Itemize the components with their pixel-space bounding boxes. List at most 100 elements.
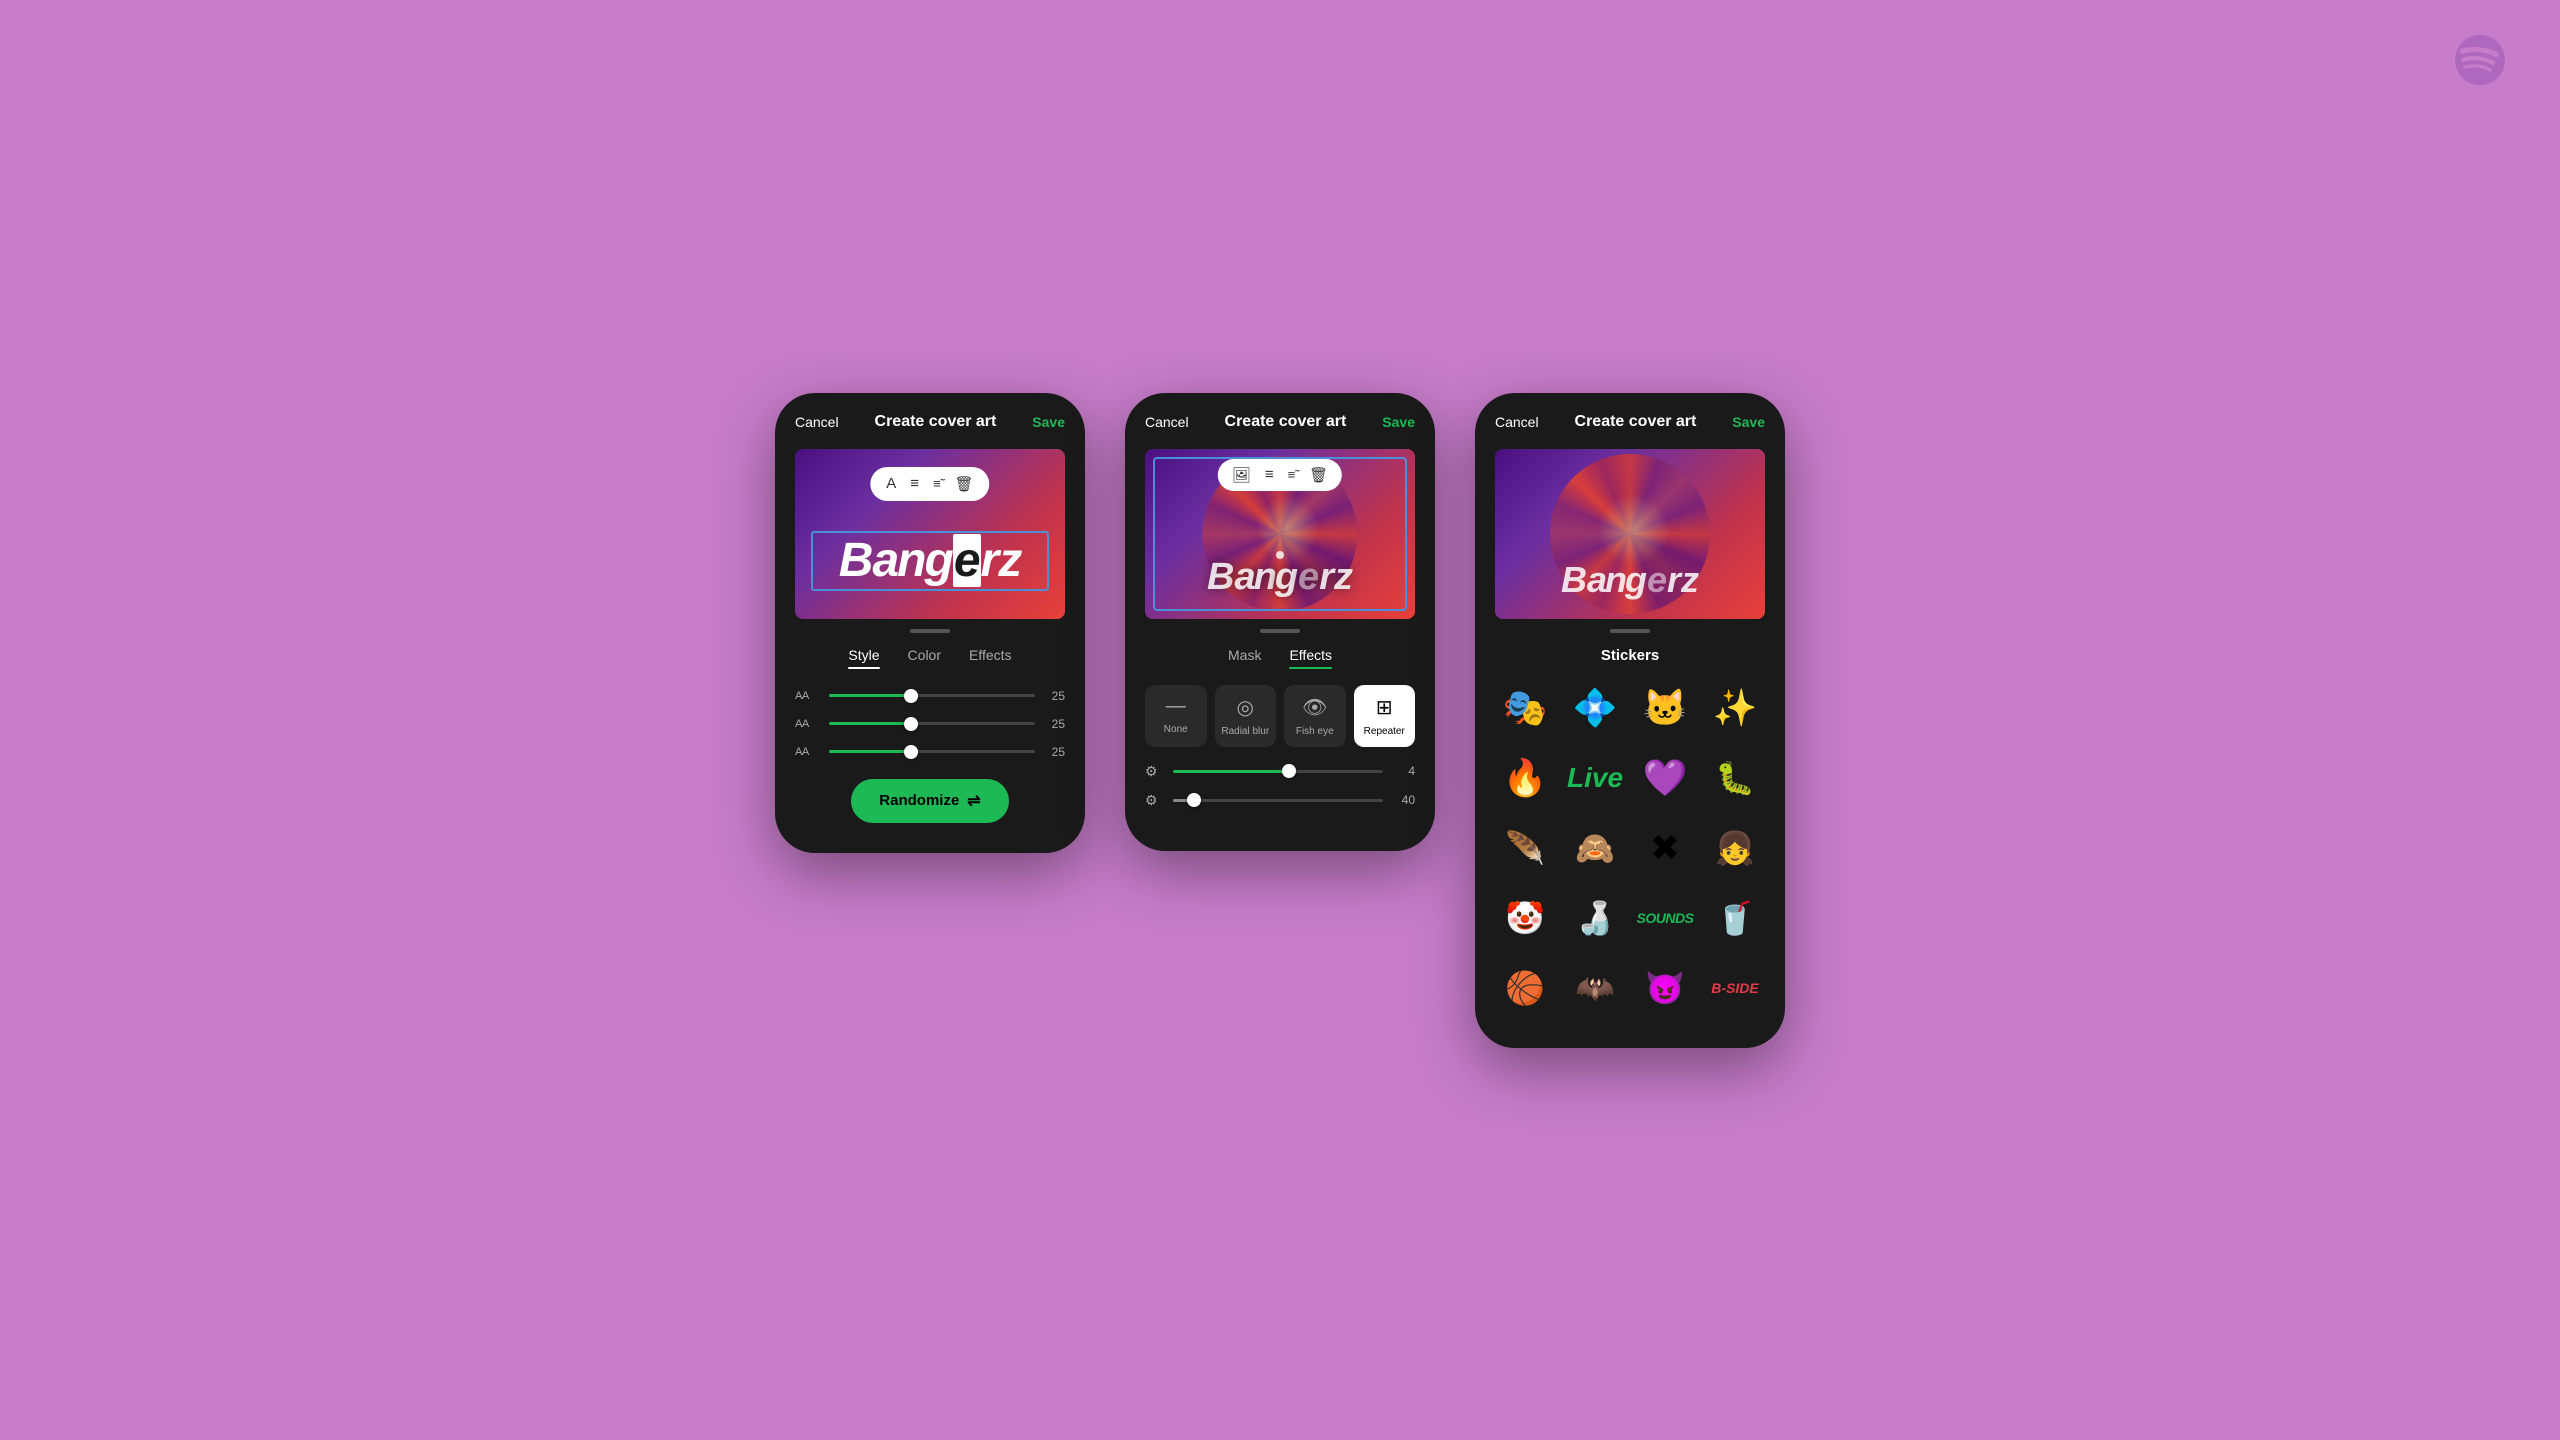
slider-fill-1 — [829, 694, 911, 697]
effect-slider-track-1[interactable] — [1173, 770, 1383, 773]
effect-slider-track-2[interactable] — [1173, 799, 1383, 802]
phone2-header: Cancel Create cover art Save — [1145, 413, 1415, 431]
text-selection-box: Bangerz — [811, 531, 1049, 591]
handle-bar-3 — [1610, 629, 1650, 633]
slider-thumb-2[interactable] — [904, 717, 918, 731]
effect-slider-icon-2: ⚙ — [1145, 792, 1163, 809]
slider-value-3: 25 — [1045, 745, 1065, 759]
sticker-bside[interactable]: B-SIDE — [1705, 958, 1765, 1018]
slider-thumb-1[interactable] — [904, 689, 918, 703]
phone-2: Cancel Create cover art Save — [1125, 393, 1435, 851]
bangerz-text-phone2: Bangerz — [1207, 556, 1353, 599]
tab-effects[interactable]: Effects — [1289, 647, 1332, 669]
align-icon-2[interactable]: ≡ — [1265, 466, 1274, 483]
effect-fish-eye[interactable]: 👁 Fish eye — [1284, 685, 1346, 747]
slider-label-3: AA — [795, 746, 819, 758]
phone2-cancel[interactable]: Cancel — [1145, 414, 1189, 430]
stickers-grid: 🎭 💠 🐱 ✨ 🔥 Live 💜 — [1495, 678, 1765, 1018]
phone1-header: Cancel Create cover art Save — [795, 413, 1065, 431]
sticker-bats[interactable]: 🦇 — [1565, 958, 1625, 1018]
sticker-worm[interactable]: 🐛 — [1705, 748, 1765, 808]
sticker-bottle[interactable]: 🍶 — [1565, 888, 1625, 948]
spotify-logo — [2450, 30, 2510, 90]
phone3-cover-art: Bangerz — [1495, 449, 1765, 619]
bangerz-text-phone1: Bangerz — [821, 537, 1039, 585]
sticker-heart[interactable]: 💜 — [1635, 748, 1695, 808]
sticker-jester[interactable]: 🤡 — [1495, 888, 1555, 948]
sticker-live[interactable]: Live — [1565, 748, 1625, 808]
effects-options: — None ◎ Radial blur 👁 Fish eye ⊞ Repeat… — [1145, 685, 1415, 747]
handle-bar-2 — [1260, 629, 1300, 633]
phone-1: Cancel Create cover art Save A ≡ ≡̃ 🗑 — [775, 393, 1085, 853]
effect-repeater[interactable]: ⊞ Repeater — [1354, 685, 1416, 747]
slider-track-1[interactable] — [829, 694, 1035, 697]
effect-slider-1: ⚙ 4 — [1145, 763, 1415, 780]
slider-thumb-3[interactable] — [904, 745, 918, 759]
tab-color[interactable]: Color — [908, 647, 941, 669]
phone3-save[interactable]: Save — [1732, 414, 1765, 430]
filter-icon[interactable]: ≡̃ — [1288, 467, 1296, 482]
phone1-cancel[interactable]: Cancel — [795, 414, 839, 430]
phone2-image-toolbar: 🖼 ≡ ≡̃ 🗑 — [1218, 459, 1342, 491]
delete-text-icon[interactable]: 🗑 — [955, 475, 974, 493]
effect-slider-2: ⚙ 40 — [1145, 792, 1415, 809]
slider-row-3: AA 25 — [795, 745, 1065, 759]
image-icon[interactable]: 🖼 — [1232, 466, 1251, 484]
effect-slider-icon-1: ⚙ — [1145, 763, 1163, 780]
none-icon: — — [1166, 695, 1186, 718]
effect-slider-thumb-2[interactable] — [1187, 793, 1201, 807]
sticker-feather[interactable]: 🪶 — [1495, 818, 1555, 878]
sticker-mushroom[interactable]: 🎭 — [1495, 678, 1555, 738]
effect-none[interactable]: — None — [1145, 685, 1207, 747]
slider-value-1: 25 — [1045, 689, 1065, 703]
fish-eye-icon: 👁 — [1302, 695, 1327, 720]
sticker-demon[interactable]: 😈 — [1635, 958, 1695, 1018]
tab-effects[interactable]: Effects — [969, 647, 1012, 669]
sticker-cat[interactable]: 🐱 — [1635, 678, 1695, 738]
tab-style[interactable]: Style — [848, 647, 879, 669]
phone1-cover-art: A ≡ ≡̃ 🗑 Bangerz — [795, 449, 1065, 619]
align-icon[interactable]: ≡ — [910, 475, 919, 492]
fish-eye-label: Fish eye — [1296, 726, 1334, 737]
effect-slider-fill-1 — [1173, 770, 1289, 773]
sticker-can[interactable]: 🥤 — [1705, 888, 1765, 948]
sticker-ball[interactable]: 🏀 — [1495, 958, 1555, 1018]
text-format-icon[interactable]: A — [886, 475, 896, 492]
phone1-save[interactable]: Save — [1032, 414, 1065, 430]
randomize-button[interactable]: Randomize ⇌ — [851, 779, 1008, 823]
sticker-monkey[interactable]: 🙈 — [1565, 818, 1625, 878]
slider-label-2: AA — [795, 718, 819, 730]
phone1-title: Create cover art — [875, 413, 997, 431]
effect-slider-thumb-1[interactable] — [1282, 764, 1296, 778]
sticker-x[interactable]: ✖ — [1635, 818, 1695, 878]
effect-radial-blur[interactable]: ◎ Radial blur — [1215, 685, 1277, 747]
phone1-text-toolbar: A ≡ ≡̃ 🗑 — [870, 467, 989, 501]
radial-blur-label: Radial blur — [1221, 726, 1269, 737]
phone3-header: Cancel Create cover art Save — [1495, 413, 1765, 431]
sticker-sparkle[interactable]: ✨ — [1705, 678, 1765, 738]
repeater-icon: ⊞ — [1376, 695, 1393, 720]
effect-slider-value-2: 40 — [1393, 793, 1415, 807]
randomize-label: Randomize — [879, 792, 959, 809]
sticker-fire[interactable]: 🔥 — [1495, 748, 1555, 808]
drag-handle[interactable] — [1276, 551, 1284, 559]
slider-track-3[interactable] — [829, 750, 1035, 753]
mask-effects-tabs: Mask Effects — [1145, 647, 1415, 669]
repeater-label: Repeater — [1364, 726, 1405, 737]
delete-icon-2[interactable]: 🗑 — [1309, 466, 1328, 484]
phone3-cancel[interactable]: Cancel — [1495, 414, 1539, 430]
phone2-title: Create cover art — [1225, 413, 1347, 431]
sticker-girl[interactable]: 👧 — [1705, 818, 1765, 878]
shuffle-icon: ⇌ — [967, 791, 980, 811]
style-icon[interactable]: ≡̃ — [933, 476, 941, 491]
phone1-tabs: Style Color Effects — [795, 647, 1065, 669]
phone2-save[interactable]: Save — [1382, 414, 1415, 430]
bangerz-text-phone3: Bangerz — [1561, 559, 1699, 601]
phone2-cover-art: 🖼 ≡ ≡̃ 🗑 Bangerz — [1145, 449, 1415, 619]
slider-track-2[interactable] — [829, 722, 1035, 725]
phones-container: Cancel Create cover art Save A ≡ ≡̃ 🗑 — [775, 393, 1785, 1048]
tab-mask[interactable]: Mask — [1228, 647, 1261, 669]
slider-fill-3 — [829, 750, 911, 753]
sticker-flower[interactable]: 💠 — [1565, 678, 1625, 738]
sticker-sounds[interactable]: SOUNDS — [1635, 888, 1695, 948]
